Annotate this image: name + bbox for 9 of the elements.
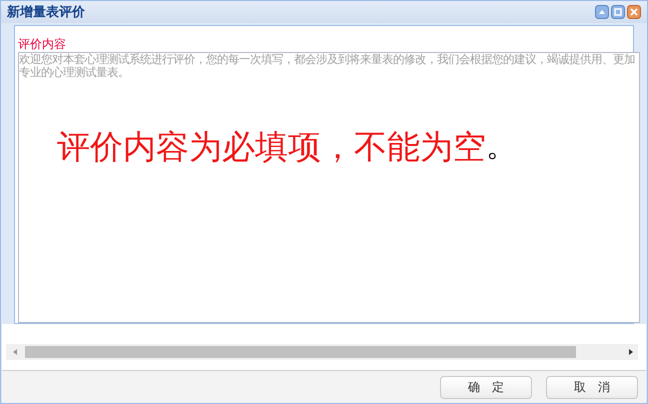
maximize-icon[interactable] <box>611 5 625 19</box>
annotation-period: 。 <box>486 128 516 166</box>
dialog-button[interactable]: 取 消 <box>546 376 638 398</box>
collapse-icon[interactable] <box>595 5 609 19</box>
annotation-text: 评价内容为必填项，不能为空 <box>57 127 486 167</box>
dialog-button[interactable]: 确 定 <box>440 376 532 398</box>
field-label: 评价内容 <box>18 36 67 52</box>
window-title: 新增量表评价 <box>7 3 85 22</box>
close-icon[interactable] <box>627 5 641 19</box>
